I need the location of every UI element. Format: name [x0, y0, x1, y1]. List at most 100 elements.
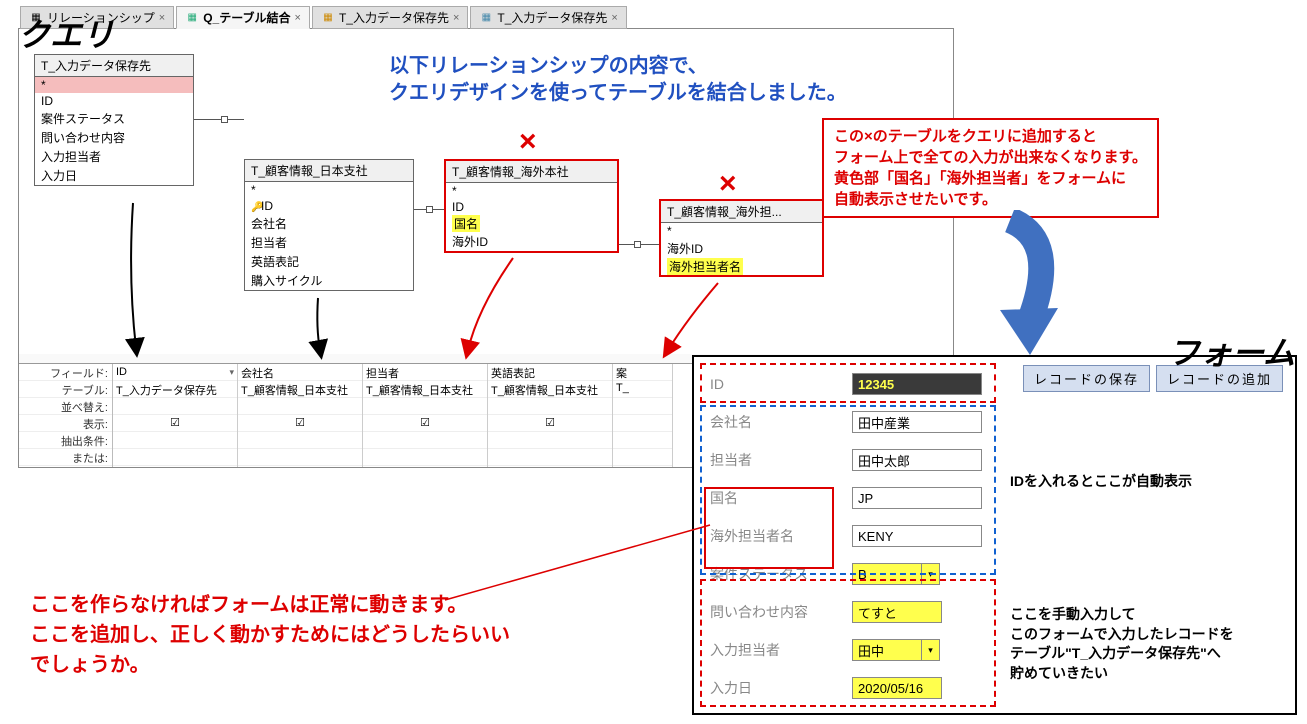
- manual-input-annotation: ここを手動入力して このフォームで入力したレコードを テーブル"T_入力データ保…: [1010, 605, 1234, 683]
- field-row[interactable]: ID: [35, 93, 193, 109]
- qbe-show-cell[interactable]: ☑: [363, 415, 487, 432]
- qbe-row-labels: フィールド: テーブル: 並べ替え: 表示: 抽出条件: または:: [19, 364, 113, 467]
- table-icon: ▦: [479, 11, 493, 25]
- tab-table-form[interactable]: ▦ T_入力データ保存先 ×: [312, 6, 468, 29]
- query-section-label: クエリ: [18, 10, 114, 56]
- field-row[interactable]: 🔑ID: [245, 198, 413, 214]
- qbe-or-cell[interactable]: [363, 449, 487, 466]
- qbe-table-cell[interactable]: T_顧客情報_日本支社: [363, 381, 487, 398]
- field-row[interactable]: 会社名: [245, 214, 413, 233]
- qbe-column[interactable]: 担当者 T_顧客情報_日本支社 ☑: [363, 364, 488, 467]
- field-row[interactable]: 問い合わせ内容: [35, 128, 193, 147]
- qbe-sort-cell[interactable]: [363, 398, 487, 415]
- qbe-label-sort: 並べ替え:: [19, 398, 112, 415]
- qbe-criteria-cell[interactable]: [363, 432, 487, 449]
- field-row[interactable]: 入力担当者: [35, 147, 193, 166]
- qbe-criteria-cell[interactable]: [238, 432, 362, 449]
- field-row[interactable]: 案件ステータス: [35, 109, 193, 128]
- red-warning-note: この×のテーブルをクエリに追加すると フォーム上で全ての入力が出来なくなります。…: [822, 118, 1159, 218]
- tab-label: T_入力データ保存先: [497, 9, 607, 26]
- qbe-label-table: テーブル:: [19, 381, 112, 398]
- join-node[interactable]: [426, 206, 433, 213]
- tab-query[interactable]: ▦ Q_テーブル結合 ×: [176, 6, 310, 29]
- close-icon[interactable]: ×: [611, 12, 617, 24]
- qbe-label-show: 表示:: [19, 415, 112, 432]
- qbe-field-cell[interactable]: 会社名: [238, 364, 362, 381]
- table-box-customer-overseas-staff[interactable]: T_顧客情報_海外担... * 海外ID 海外担当者名: [659, 199, 824, 277]
- qbe-sort-cell[interactable]: [488, 398, 612, 415]
- auto-display-annotation: IDを入れるとここが自動表示: [1010, 472, 1192, 492]
- qbe-field-cell[interactable]: ID: [116, 366, 127, 378]
- dashed-red-box-id: [700, 363, 996, 403]
- table-box-customer-overseas-hq[interactable]: T_顧客情報_海外本社 * ID 国名 海外ID: [444, 159, 619, 253]
- join-node[interactable]: [221, 116, 228, 123]
- qbe-or-cell[interactable]: [488, 449, 612, 466]
- blue-instruction-note: 以下リレーションシップの内容で、 クエリデザインを使ってテーブルを結合しました。: [389, 53, 847, 107]
- tab-table-datasheet[interactable]: ▦ T_入力データ保存先 ×: [470, 6, 626, 29]
- qbe-field-cell[interactable]: 英語表記: [488, 364, 612, 381]
- save-record-button[interactable]: レコードの保存: [1023, 365, 1150, 392]
- dashed-red-box-manual: [700, 579, 996, 707]
- field-row[interactable]: 英語表記: [245, 252, 413, 271]
- qbe-column[interactable]: 案 T_: [613, 364, 673, 467]
- qbe-criteria-cell[interactable]: [113, 432, 237, 449]
- close-icon[interactable]: ×: [159, 12, 165, 24]
- form-icon: ▦: [321, 11, 335, 25]
- qbe-table-cell[interactable]: T_入力データ保存先: [113, 381, 237, 398]
- form-section-label: フォーム: [1168, 328, 1295, 374]
- qbe-field-cell[interactable]: 案: [613, 364, 672, 381]
- field-row[interactable]: *: [661, 223, 822, 239]
- field-row-highlighted[interactable]: 海外担当者名: [667, 258, 743, 275]
- qbe-show-cell[interactable]: ☑: [488, 415, 612, 432]
- table-box-customer-jp[interactable]: T_顧客情報_日本支社 * 🔑ID 会社名 担当者 英語表記 購入サイクル: [244, 159, 414, 291]
- field-row[interactable]: ID: [446, 199, 617, 215]
- form-panel: レコードの保存 レコードの追加 ID 12345 会社名 田中産業 担当者 田中…: [692, 355, 1297, 715]
- field-row[interactable]: 入力日: [35, 166, 193, 185]
- dropdown-icon[interactable]: ▾: [229, 367, 234, 378]
- field-row[interactable]: *: [35, 77, 193, 93]
- primary-key-icon: 🔑: [251, 202, 261, 213]
- field-row[interactable]: 購入サイクル: [245, 271, 413, 290]
- field-row-highlighted[interactable]: 国名: [452, 215, 480, 232]
- blue-curved-arrow: [940, 210, 1080, 370]
- qbe-table-cell[interactable]: T_: [613, 381, 672, 398]
- table-title: T_顧客情報_海外本社: [446, 161, 617, 183]
- red-question-text: ここを作らなければフォームは正常に動きます。 ここを追加し、正しく動かすためには…: [30, 590, 510, 680]
- field-row[interactable]: *: [446, 183, 617, 199]
- tab-label: Q_テーブル結合: [203, 9, 290, 26]
- qbe-table-cell[interactable]: T_顧客情報_日本支社: [488, 381, 612, 398]
- qbe-column[interactable]: ID ▾ T_入力データ保存先 ☑: [113, 364, 238, 467]
- close-icon[interactable]: ×: [295, 12, 301, 24]
- qbe-sort-cell[interactable]: [613, 398, 672, 415]
- field-row[interactable]: 担当者: [245, 233, 413, 252]
- qbe-sort-cell[interactable]: [113, 398, 237, 415]
- field-row[interactable]: *: [245, 182, 413, 198]
- qbe-label-field: フィールド:: [19, 364, 112, 381]
- table-title: T_顧客情報_海外担...: [661, 201, 822, 223]
- x-mark-annotation: ×: [519, 125, 537, 159]
- qbe-column[interactable]: 会社名 T_顧客情報_日本支社 ☑: [238, 364, 363, 467]
- qbe-show-cell[interactable]: [613, 415, 672, 432]
- qbe-sort-cell[interactable]: [238, 398, 362, 415]
- qbe-criteria-cell[interactable]: [488, 432, 612, 449]
- x-mark-annotation: ×: [719, 167, 737, 201]
- qbe-show-cell[interactable]: ☑: [238, 415, 362, 432]
- qbe-field-cell[interactable]: 担当者: [363, 364, 487, 381]
- field-row[interactable]: 海外ID: [661, 239, 822, 258]
- qbe-column[interactable]: 英語表記 T_顧客情報_日本支社 ☑: [488, 364, 613, 467]
- qbe-label-or: または:: [19, 449, 112, 466]
- qbe-or-cell[interactable]: [238, 449, 362, 466]
- qbe-show-cell[interactable]: ☑: [113, 415, 237, 432]
- join-line: [194, 119, 244, 120]
- qbe-label-criteria: 抽出条件:: [19, 432, 112, 449]
- join-node[interactable]: [634, 241, 641, 248]
- relationship-canvas[interactable]: 以下リレーションシップの内容で、 クエリデザインを使ってテーブルを結合しました。…: [19, 29, 953, 354]
- qbe-or-cell[interactable]: [113, 449, 237, 466]
- close-icon[interactable]: ×: [453, 12, 459, 24]
- qbe-criteria-cell[interactable]: [613, 432, 672, 449]
- qbe-table-cell[interactable]: T_顧客情報_日本支社: [238, 381, 362, 398]
- tab-label: T_入力データ保存先: [339, 9, 449, 26]
- field-row[interactable]: 海外ID: [446, 232, 617, 251]
- qbe-or-cell[interactable]: [613, 449, 672, 466]
- table-box-input-data[interactable]: T_入力データ保存先 * ID 案件ステータス 問い合わせ内容 入力担当者 入力…: [34, 54, 194, 186]
